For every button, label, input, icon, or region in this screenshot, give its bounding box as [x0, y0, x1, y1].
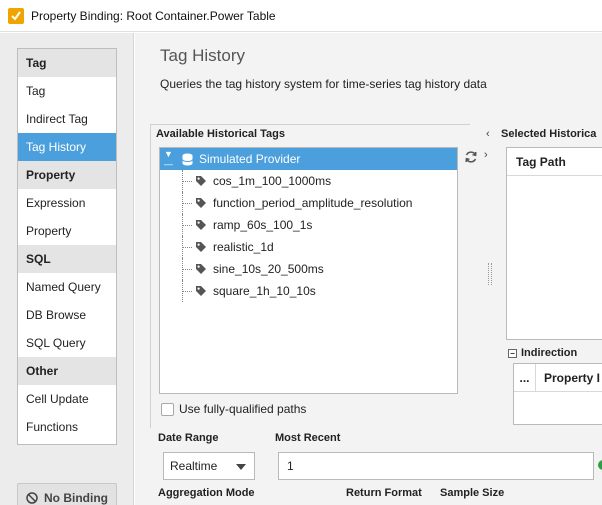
- column-header-more[interactable]: ...: [514, 364, 536, 391]
- tree-connector: [182, 170, 192, 192]
- sidebar-item-named-query[interactable]: Named Query: [18, 273, 116, 301]
- title-bar: Property Binding: Root Container.Power T…: [0, 0, 602, 32]
- column-header-tag-path[interactable]: Tag Path: [507, 148, 602, 176]
- aggregation-mode-label: Aggregation Mode: [158, 487, 255, 499]
- most-recent-label: Most Recent: [275, 432, 341, 444]
- tree-node-tag[interactable]: function_period_amplitude_resolution: [160, 192, 457, 214]
- fully-qualified-row[interactable]: Use fully-qualified paths: [161, 402, 306, 416]
- sidebar-header-other: Other: [18, 357, 116, 385]
- tree-node-simulated-provider[interactable]: ▼— Simulated Provider: [160, 148, 457, 170]
- most-recent-input[interactable]: 1: [278, 452, 594, 480]
- status-ok-icon: [598, 460, 602, 470]
- tree-node-tag[interactable]: square_1h_10_10s: [160, 280, 457, 302]
- tag-tree[interactable]: ▼— Simulated Provider cos_1m_100_1000msf…: [159, 147, 458, 394]
- sidebar-item-db-browse[interactable]: DB Browse: [18, 301, 116, 329]
- page-description: Queries the tag history system for time-…: [160, 77, 487, 91]
- selected-tags-table[interactable]: Tag Path: [506, 147, 602, 340]
- tag-icon: [196, 264, 206, 274]
- sidebar-item-cell-update[interactable]: Cell Update: [18, 385, 116, 413]
- database-icon: [182, 153, 193, 165]
- no-binding-label: No Binding: [44, 491, 108, 505]
- tree-node-label: square_1h_10_10s: [213, 284, 316, 298]
- sidebar-item-functions[interactable]: Functions: [18, 413, 116, 441]
- indirection-section-header[interactable]: − Indirection: [508, 347, 577, 359]
- splitter-grip-icon[interactable]: [488, 263, 492, 285]
- sidebar-item-sql-query[interactable]: SQL Query: [18, 329, 116, 357]
- refresh-icon[interactable]: [464, 150, 478, 164]
- sidebar-header-tag: Tag: [18, 49, 116, 77]
- tag-icon: [196, 220, 206, 230]
- return-format-label: Return Format: [346, 487, 422, 499]
- no-entry-icon: [26, 492, 38, 504]
- tree-connector: [182, 280, 192, 302]
- tree-node-tag[interactable]: realistic_1d: [160, 236, 457, 258]
- tree-node-label: ramp_60s_100_1s: [213, 218, 313, 232]
- tree-connector: [182, 258, 192, 280]
- selected-tags-label: Selected Historica: [501, 128, 597, 140]
- move-left-icon[interactable]: ‹: [486, 128, 490, 140]
- tree-root-label: Simulated Provider: [199, 152, 301, 166]
- sidebar-item-property[interactable]: Property: [18, 217, 116, 245]
- tree-node-label: cos_1m_100_1000ms: [213, 174, 332, 188]
- sidebar-item-expression[interactable]: Expression: [18, 189, 116, 217]
- date-range-label: Date Range: [158, 432, 219, 444]
- sidebar-item-indirect-tag[interactable]: Indirect Tag: [18, 105, 116, 133]
- sidebar-header-property: Property: [18, 161, 116, 189]
- date-range-select[interactable]: Realtime: [163, 452, 255, 480]
- available-tags-label: Available Historical Tags: [156, 128, 285, 140]
- tree-connector: [182, 192, 192, 214]
- most-recent-value: 1: [287, 459, 294, 473]
- sidebar-item-tag-history[interactable]: Tag History: [18, 133, 116, 161]
- tag-icon: [196, 242, 206, 252]
- indirection-table[interactable]: ... Property I: [513, 363, 602, 425]
- tree-connector: [182, 214, 192, 236]
- tree-node-label: function_period_amplitude_resolution: [213, 196, 413, 210]
- page-title: Tag History: [160, 46, 246, 65]
- tag-icon: [196, 198, 206, 208]
- tree-node-tag[interactable]: cos_1m_100_1000ms: [160, 170, 457, 192]
- fully-qualified-label: Use fully-qualified paths: [179, 402, 307, 416]
- sample-size-label: Sample Size: [440, 487, 505, 499]
- app-icon: [8, 7, 24, 24]
- collapse-toggle-icon[interactable]: ▼—: [164, 149, 176, 169]
- date-range-value: Realtime: [170, 459, 218, 473]
- fully-qualified-checkbox[interactable]: [161, 402, 174, 416]
- tree-connector: [182, 236, 192, 258]
- column-header-property[interactable]: Property I: [536, 364, 600, 391]
- tag-icon: [196, 286, 206, 296]
- move-right-icon[interactable]: ›: [484, 149, 488, 161]
- tree-node-tag[interactable]: ramp_60s_100_1s: [160, 214, 457, 236]
- tree-node-tag[interactable]: sine_10s_20_500ms: [160, 258, 457, 280]
- chevron-down-icon: [236, 464, 246, 470]
- no-binding-button[interactable]: No Binding: [17, 483, 117, 505]
- binding-type-list: Tag Tag Indirect Tag Tag History Property Exp…: [17, 48, 117, 445]
- window-title: Property Binding: Root Container.Power T…: [31, 8, 276, 23]
- tree-node-label: realistic_1d: [213, 240, 274, 254]
- sidebar-item-tag[interactable]: Tag: [18, 77, 116, 105]
- tree-node-label: sine_10s_20_500ms: [213, 262, 324, 276]
- tag-icon: [196, 176, 206, 186]
- collapse-icon[interactable]: −: [508, 348, 517, 358]
- sidebar-header-sql: SQL: [18, 245, 116, 273]
- indirection-label: Indirection: [521, 347, 578, 359]
